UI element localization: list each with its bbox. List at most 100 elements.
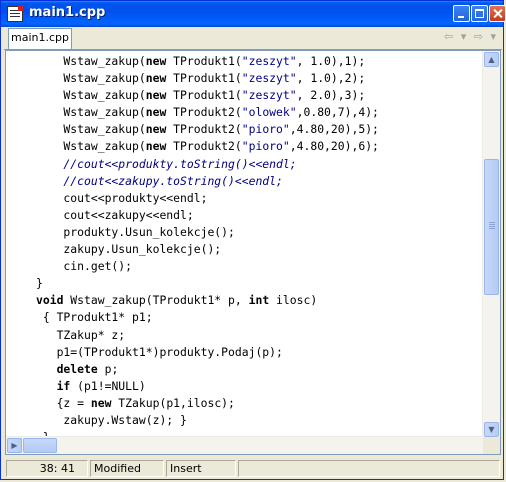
vertical-scrollbar[interactable]: ▲ ▼: [482, 51, 500, 438]
code-line: Wstaw_zakup(new TProdukt1("zeszyt", 1.0)…: [36, 53, 482, 70]
code-text: Wstaw_zakup(: [36, 105, 146, 120]
editor-gutter: [6, 51, 28, 439]
tab-main1-cpp[interactable]: main1.cpp: [8, 28, 72, 49]
code-keyword: delete: [56, 361, 98, 376]
horizontal-scroll-thumb[interactable]: [23, 438, 57, 453]
code-string: "zeszyt": [241, 88, 297, 103]
horizontal-scrollbar[interactable]: ◀ ▶: [6, 436, 483, 454]
title-bar[interactable]: main1.cpp: [1, 1, 506, 27]
code-line: Wstaw_zakup(new TProdukt2("pioro",4.80,2…: [36, 121, 482, 138]
minimize-button[interactable]: [453, 5, 470, 22]
code-text: ilosc): [269, 293, 318, 308]
code-line: Wstaw_zakup(new TProdukt2("olowek",0.80,…: [36, 104, 482, 121]
vertical-scroll-thumb[interactable]: [484, 159, 499, 295]
scroll-corner: [483, 437, 500, 454]
modified-indicator: Modified: [90, 460, 164, 477]
code-text: , 1.0),2);: [296, 71, 366, 86]
code-string: "pioro": [241, 122, 290, 137]
insert-mode-indicator: Insert: [166, 460, 236, 477]
code-string: "pioro": [241, 139, 290, 154]
code-keyword: new: [145, 139, 167, 154]
code-line: {z = new TZakup(p1,ilosc);: [36, 395, 482, 412]
tab-bar: main1.cpp ⇦ ▾ ⇨ ▾: [4, 27, 502, 50]
code-text: }: [36, 276, 43, 291]
code-line: //cout<<produkty.toString()<<endl;: [36, 156, 482, 173]
code-text: ,0.80,7),4);: [296, 105, 379, 120]
cursor-position: 38: 41: [6, 460, 88, 477]
code-editor[interactable]: Wstaw_zakup(new TProdukt1("zeszyt", 1.0)…: [5, 50, 501, 455]
code-keyword: new: [145, 122, 167, 137]
code-text: { TProdukt1* p1;: [36, 310, 153, 325]
code-text: , 2.0),3);: [296, 88, 366, 103]
code-line: cin.get();: [36, 258, 482, 275]
code-text: Wstaw_zakup(: [36, 88, 146, 103]
scroll-up-button[interactable]: ▲: [484, 52, 499, 67]
code-line: Wstaw_zakup(new TProdukt1("zeszyt", 2.0)…: [36, 87, 482, 104]
navigation-icons: ⇦ ▾ ⇨ ▾: [444, 30, 498, 43]
code-line: Wstaw_zakup(new TProdukt1("zeszyt", 1.0)…: [36, 70, 482, 87]
code-text: TProdukt2(: [166, 105, 242, 120]
code-keyword: new: [145, 88, 167, 103]
status-message: [238, 460, 500, 477]
scroll-down-button[interactable]: ▼: [484, 422, 499, 437]
code-text: zakupy.Usun_kolekcje();: [36, 242, 222, 257]
code-text: {z =: [36, 395, 91, 410]
status-bar: 38: 41 Modified Insert: [4, 458, 502, 478]
code-text: cin.get();: [36, 259, 133, 274]
code-text: p1=(TProdukt1*)produkty.Podaj(p);: [36, 344, 283, 359]
code-text: (p1!=NULL): [70, 378, 146, 393]
code-string: "olowek": [241, 105, 297, 120]
code-keyword: new: [145, 71, 167, 86]
scroll-right-button[interactable]: ▶: [7, 438, 22, 453]
code-text: , 1.0),1);: [296, 54, 366, 68]
code-keyword: void: [36, 293, 64, 308]
code-line: produkty.Usun_kolekcje();: [36, 224, 482, 241]
code-text: zakupy.Wstaw(z); }: [36, 412, 187, 427]
code-area[interactable]: Wstaw_zakup(new TProdukt1("zeszyt", 1.0)…: [36, 53, 482, 438]
code-keyword: new: [145, 54, 167, 68]
code-line: cout<<zakupy<<endl;: [36, 207, 482, 224]
code-line: void Wstaw_zakup(TProdukt1* p, int ilosc…: [36, 292, 482, 309]
chevron-down-icon[interactable]: ▾: [461, 30, 469, 43]
code-string: "zeszyt": [241, 71, 297, 86]
code-string: "zeszyt": [241, 54, 297, 68]
code-keyword: int: [248, 293, 270, 308]
code-line: cout<<produkty<<endl;: [36, 190, 482, 207]
window-title: main1.cpp: [29, 5, 106, 20]
code-text: Wstaw_zakup(: [36, 71, 146, 86]
code-text: TProdukt1(: [166, 88, 242, 103]
code-text: TProdukt1(: [166, 54, 242, 68]
code-text: TZakup(p1,ilosc);: [111, 395, 235, 410]
code-comment: //cout<<zakupy.toString()<<endl;: [36, 173, 283, 188]
code-line: //cout<<zakupy.toString()<<endl;: [36, 173, 482, 190]
code-text: Wstaw_zakup(: [36, 122, 146, 137]
code-text: produkty.Usun_kolekcje();: [36, 224, 235, 239]
code-text: Wstaw_zakup(: [36, 139, 146, 154]
code-text: TZakup* z;: [36, 327, 126, 342]
code-text: Wstaw_zakup(: [36, 54, 146, 68]
arrow-right-icon[interactable]: ⇨: [474, 30, 485, 43]
code-keyword: if: [56, 378, 71, 393]
code-text: TProdukt1(: [166, 71, 242, 86]
code-line: Wstaw_zakup(new TProdukt2("pioro",4.80,2…: [36, 138, 482, 155]
chevron-down-icon[interactable]: ▾: [490, 30, 498, 43]
arrow-left-icon[interactable]: ⇦: [444, 30, 455, 43]
code-text: p;: [97, 361, 119, 376]
code-text: ,4.80,20),6);: [289, 139, 379, 154]
code-text: TProdukt2(: [166, 122, 242, 137]
code-comment: //cout<<produkty.toString()<<endl;: [36, 156, 297, 171]
code-line: { TProdukt1* p1;: [36, 309, 482, 326]
code-keyword: new: [145, 105, 167, 120]
code-line: TZakup* z;: [36, 327, 482, 344]
close-button[interactable]: [489, 5, 506, 22]
code-line: zakupy.Usun_kolekcje();: [36, 241, 482, 258]
code-text: ,4.80,20),5);: [289, 122, 379, 137]
maximize-button[interactable]: [471, 5, 488, 22]
code-text: TProdukt2(: [166, 139, 242, 154]
code-line: }: [36, 275, 482, 292]
code-text: cout<<produkty<<endl;: [36, 190, 208, 205]
code-line: delete p;: [36, 361, 482, 378]
document-icon: [7, 6, 23, 22]
